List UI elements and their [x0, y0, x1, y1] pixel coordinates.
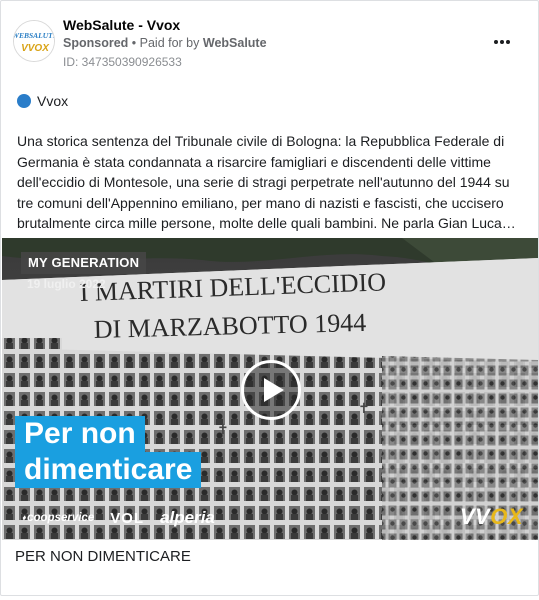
video-media[interactable]: I MARTIRI DELL'ECCIDIO DI MARZABOTTO 194…	[2, 238, 538, 540]
page-avatar[interactable]: WEBSALUTE VVOX	[13, 20, 55, 62]
svg-text:✝: ✝	[217, 422, 229, 438]
vol-logo: VOL	[110, 509, 145, 527]
post-body-text: Una storica sentenza del Tribunale civil…	[17, 133, 516, 231]
ad-id: ID: 347350390926533	[63, 55, 182, 69]
series-tag: MY GENERATION	[21, 252, 147, 274]
more-options-icon[interactable]	[490, 30, 514, 54]
svg-text:WEBSALUTE: WEBSALUTE	[14, 31, 55, 40]
sponsored-line: Sponsored • Paid for by WebSalute	[63, 36, 267, 50]
sponsor-logos: coopservice VOL alperia	[22, 506, 215, 530]
paid-by-name[interactable]: WebSalute	[203, 36, 267, 50]
svg-text:VVOX: VVOX	[21, 43, 50, 54]
sponsored-post-card: WEBSALUTE VVOX WebSalute - Vvox Sponsore…	[0, 0, 539, 596]
paid-for-label: • Paid for by	[131, 36, 200, 50]
vvox-logo: VVOX	[459, 504, 523, 529]
page-name[interactable]: WebSalute - Vvox	[63, 17, 180, 33]
platform-indicator: Vvox	[17, 93, 68, 109]
post-header: WEBSALUTE VVOX WebSalute - Vvox Sponsore…	[13, 14, 526, 72]
platform-dot-icon	[17, 94, 31, 108]
alperia-logo: alperia	[160, 508, 215, 527]
sponsored-label: Sponsored	[63, 36, 129, 50]
video-headline-line-1: Per non	[15, 416, 145, 452]
coopservice-logo: coopservice	[22, 512, 94, 525]
svg-text:✝: ✝	[358, 401, 370, 417]
media-caption[interactable]: PER NON DIMENTICARE	[15, 548, 191, 565]
play-icon[interactable]	[241, 360, 301, 420]
platform-label: Vvox	[37, 93, 69, 109]
video-date: 19 luglio 2022	[27, 277, 106, 291]
video-headline-line-2: dimenticare	[15, 452, 202, 488]
series-tag-label: MY GENERATION	[28, 255, 140, 270]
